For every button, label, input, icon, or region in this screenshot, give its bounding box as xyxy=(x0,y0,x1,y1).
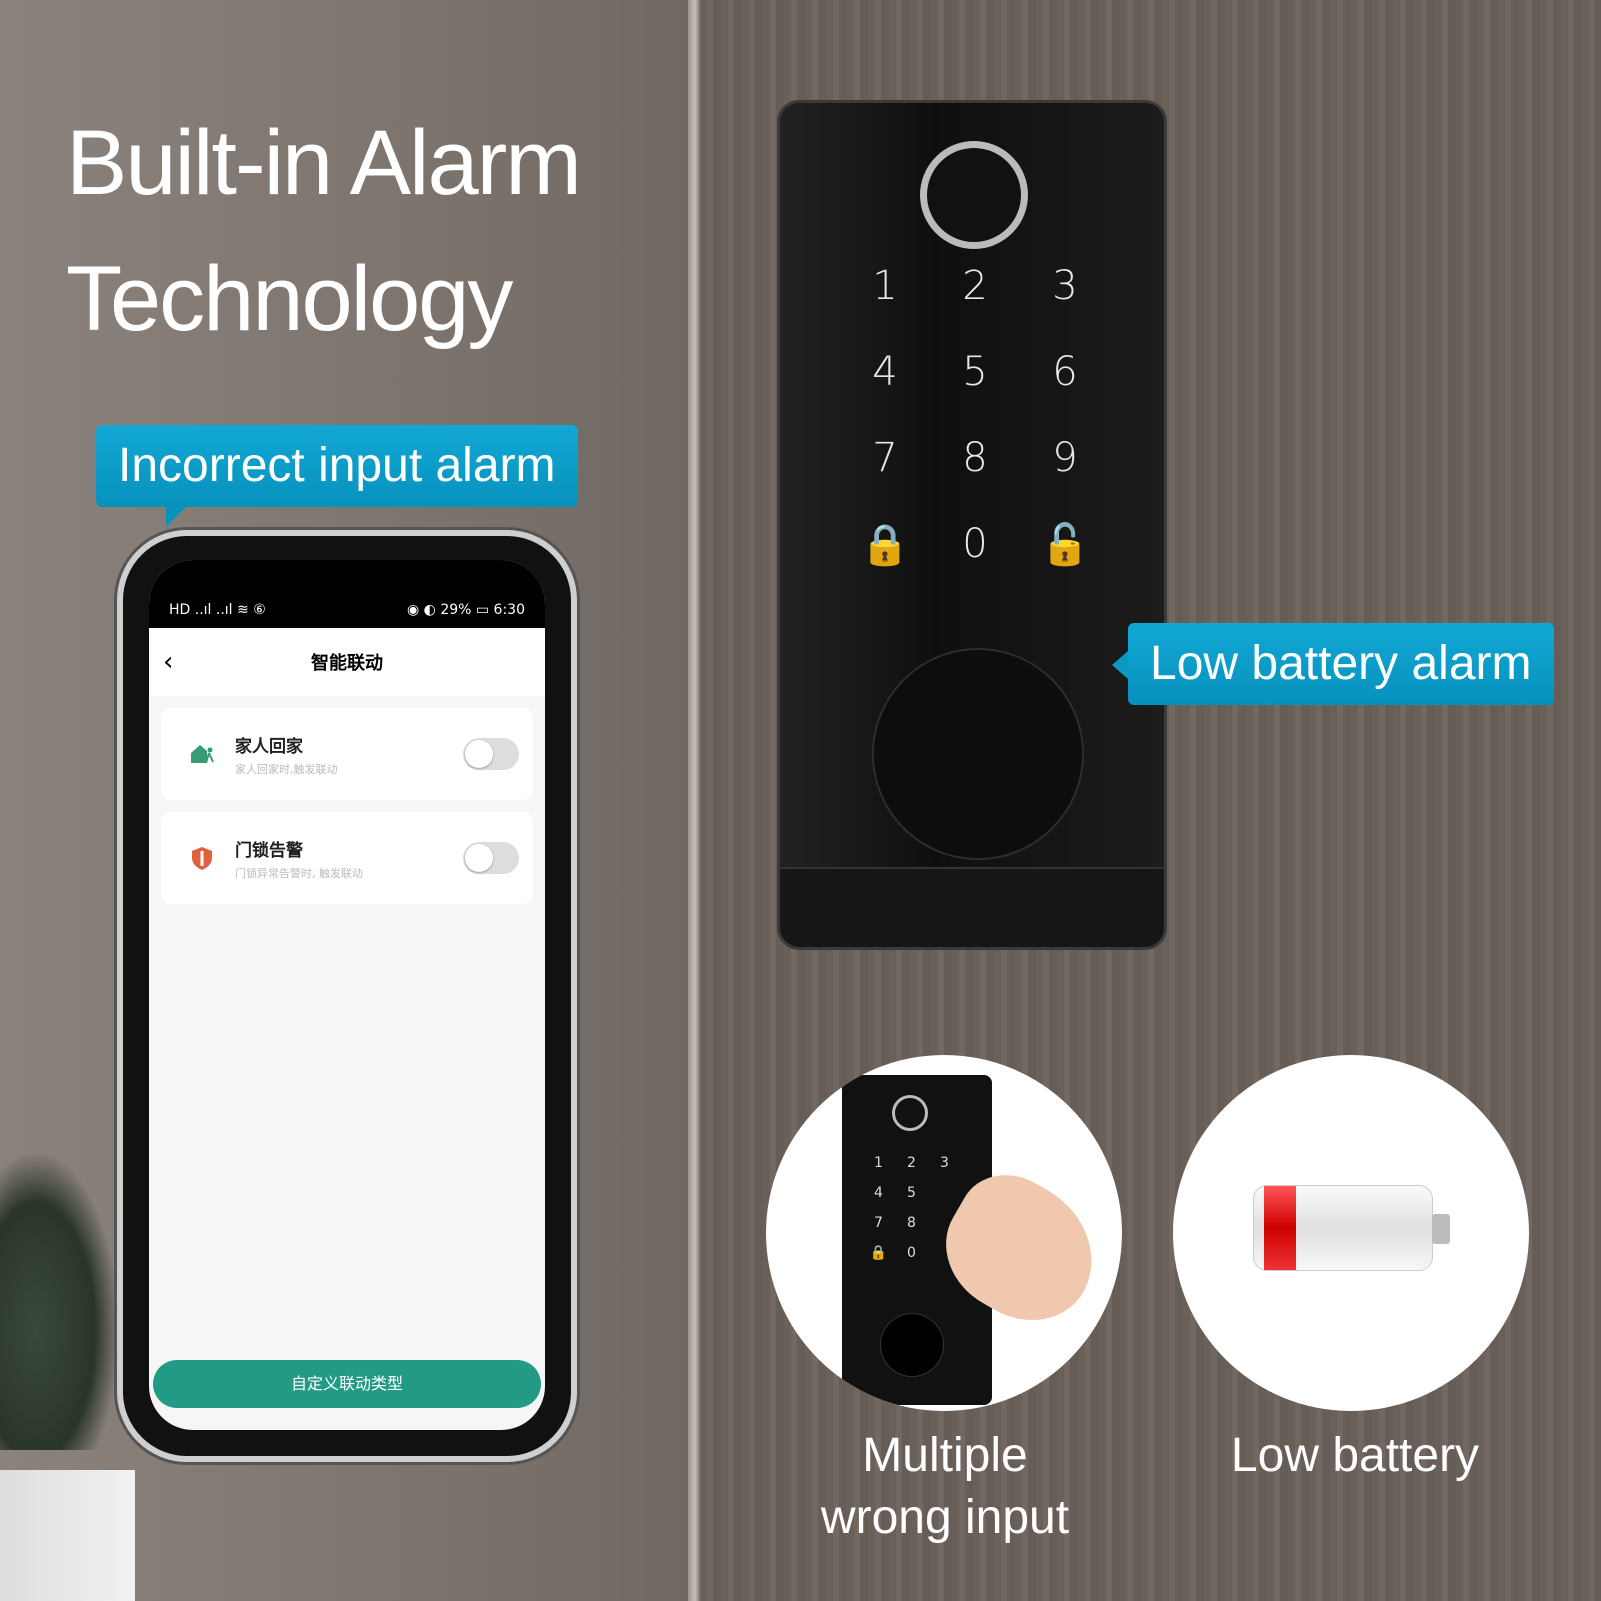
lock-key-icon: 🔒 xyxy=(869,1245,888,1261)
incorrect-input-callout: Incorrect input alarm xyxy=(96,425,578,527)
shield-icon xyxy=(192,847,212,870)
key: 9 xyxy=(1052,435,1078,481)
key: 3 xyxy=(940,1155,949,1171)
fingerprint-sensor xyxy=(920,141,1028,249)
item-title: 家人回家 xyxy=(235,736,303,757)
thumb-turn-knob xyxy=(880,1313,944,1377)
key: 0 xyxy=(962,521,988,567)
key: 7 xyxy=(872,435,898,481)
list-item[interactable]: 家人回家 家人回家时,触发联动 xyxy=(161,708,533,800)
custom-linkage-button[interactable]: 自定义联动类型 xyxy=(153,1360,541,1408)
key: 7 xyxy=(874,1215,883,1231)
headline-line-1: Built-in Alarm xyxy=(66,112,582,214)
status-left: HD ..ıl ..ıl ≋ ⑥ xyxy=(169,602,266,618)
key: 6 xyxy=(1052,349,1078,395)
item-subtitle: 门锁异常告警时, 触发联动 xyxy=(235,866,363,880)
thumb-turn-knob xyxy=(872,648,1084,860)
fingerprint-sensor xyxy=(892,1095,928,1131)
screen-title: 智能联动 xyxy=(311,653,383,674)
key: 1 xyxy=(874,1155,883,1171)
toggle-switch[interactable] xyxy=(463,738,519,770)
key: 8 xyxy=(962,435,988,481)
key: 5 xyxy=(962,349,988,395)
list-item[interactable]: 门锁告警 门锁异常告警时, 触发联动 xyxy=(161,812,533,904)
key: 0 xyxy=(907,1245,916,1261)
key: 3 xyxy=(1052,263,1078,309)
headline: Built-in Alarm Technology xyxy=(66,95,582,367)
smart-lock: 1 2 3 4 5 6 7 8 9 🔒 0 🔓 xyxy=(777,100,1167,950)
headline-line-2: Technology xyxy=(66,248,513,350)
plant-pot xyxy=(0,1470,135,1601)
phone: HD ..ıl ..ıl ≋ ⑥ ◉ ◐ 29% ▭ 6:30 ‹ 智能联动 家… xyxy=(117,530,577,1462)
key: 2 xyxy=(907,1155,916,1171)
item-subtitle: 家人回家时,触发联动 xyxy=(235,762,338,776)
toggle-switch[interactable] xyxy=(463,842,519,874)
door-frame xyxy=(688,0,702,1601)
key: 4 xyxy=(874,1185,883,1201)
home-person-icon xyxy=(191,745,214,764)
nav-bar: ‹ 智能联动 xyxy=(149,628,545,696)
lock-key-icon: 🔒 xyxy=(860,522,910,568)
key: 5 xyxy=(907,1185,916,1201)
unlock-key-icon: 🔓 xyxy=(1040,522,1090,568)
keypad: 1 2 3 4 5 6 7 8 9 🔒 0 🔓 xyxy=(840,263,1110,568)
wrong-input-illustration: 1 2 3 4 5 7 8 🔒 0 xyxy=(766,1055,1122,1411)
key: 8 xyxy=(907,1215,916,1231)
phone-screen: HD ..ıl ..ıl ≋ ⑥ ◉ ◐ 29% ▭ 6:30 ‹ 智能联动 家… xyxy=(149,560,545,1430)
lock-base xyxy=(780,867,1164,947)
key xyxy=(928,1185,961,1201)
battery-icon xyxy=(1253,1185,1450,1271)
low-battery-illustration xyxy=(1173,1055,1529,1411)
low-battery-callout: Low battery alarm xyxy=(1112,623,1554,705)
wrong-input-caption: Multiple wrong input xyxy=(820,1429,1070,1544)
status-right: ◉ ◐ 29% ▭ 6:30 xyxy=(406,602,525,618)
back-icon[interactable]: ‹ xyxy=(163,647,173,677)
key: 4 xyxy=(872,349,898,395)
low-battery-caption: Low battery xyxy=(1230,1429,1480,1482)
key: 2 xyxy=(962,263,988,309)
status-bar: HD ..ıl ..ıl ≋ ⑥ ◉ ◐ 29% ▭ 6:30 xyxy=(149,560,545,628)
plant xyxy=(0,1150,120,1450)
item-title: 门锁告警 xyxy=(235,840,303,861)
key: 1 xyxy=(872,263,898,309)
